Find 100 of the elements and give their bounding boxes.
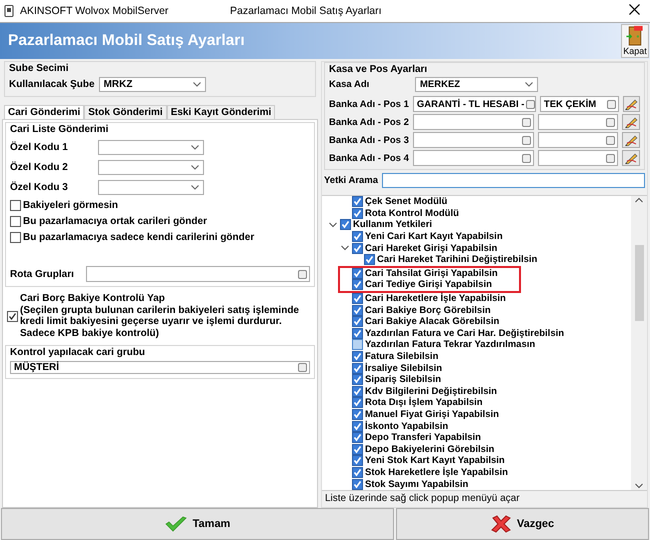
tree-item[interactable]: Cari Hareket Girişi Yapabilsin (365, 242, 498, 254)
lookup-field[interactable] (86, 266, 310, 282)
checkbox[interactable] (352, 351, 363, 362)
dropdown[interactable]: MRKZ (98, 77, 206, 92)
field-label: Özel Kodu 2 (10, 162, 69, 173)
caret-icon (191, 145, 199, 150)
checkbox[interactable] (352, 420, 363, 432)
dropdown[interactable]: MERKEZ (415, 77, 538, 92)
checkbox[interactable] (352, 316, 363, 328)
lookup-field[interactable] (413, 114, 534, 130)
checkbox[interactable] (352, 432, 363, 444)
tab[interactable]: Eski Kayıt Gönderimi (166, 105, 276, 119)
checkbox[interactable] (352, 304, 363, 316)
tree-item[interactable]: Cari Hareketlere İşle Yapabilsin (365, 293, 506, 304)
checkbox[interactable] (352, 208, 363, 219)
checkbox[interactable] (352, 328, 363, 339)
cancel-button[interactable]: Vazgec (396, 508, 649, 540)
lookup-field[interactable]: MÜŞTERİ (10, 361, 310, 374)
field-label: Özel Kodu 3 (10, 182, 69, 193)
checkbox[interactable] (352, 408, 363, 420)
ok-button[interactable]: Tamam (1, 508, 394, 540)
checkbox[interactable] (352, 196, 363, 208)
edit-button[interactable] (622, 114, 640, 130)
tree-item[interactable]: Yazdırılan Fatura Tekrar Yazdırılmasın (365, 339, 536, 350)
tree-item[interactable]: Cari Tahsilat Girişi Yapabilsin (365, 268, 498, 279)
checkbox[interactable] (352, 386, 363, 397)
field-label: Banka Adı - Pos 3 (329, 134, 410, 146)
caret-icon (525, 82, 533, 87)
door-icon (625, 25, 645, 46)
pencil-icon (624, 152, 638, 164)
lookup-field[interactable] (413, 150, 534, 166)
tree-item[interactable]: Çek Senet Modülü (365, 196, 448, 208)
checkbox[interactable] (10, 200, 21, 211)
lookup-field[interactable] (538, 114, 618, 130)
checkbox[interactable] (340, 219, 351, 230)
chevron-down-icon[interactable] (328, 220, 338, 230)
ellipsis-button[interactable] (298, 270, 307, 278)
caret-icon (191, 165, 199, 170)
tree-item[interactable]: Cari Tediye Girişi Yapabilsin (365, 279, 492, 290)
tree-item[interactable]: Cari Bakiye Alacak Görebilsin (365, 316, 500, 328)
tree-item[interactable]: Depo Bakiyelerini Görebilsin (365, 444, 494, 455)
close-button[interactable]: Kapat (621, 24, 649, 58)
tree-item[interactable]: İskonto Yapabilsin (365, 420, 448, 432)
checkbox[interactable] (352, 242, 363, 254)
group-title: Sube Secimi (9, 63, 70, 74)
checkbox[interactable] (7, 310, 18, 322)
tree-item[interactable]: Kullanım Yetkileri (353, 219, 432, 230)
checkbox[interactable] (352, 478, 363, 490)
close-icon (629, 4, 640, 15)
tree-item[interactable]: Depo Transferi Yapabilsin (365, 432, 481, 444)
tab[interactable]: Stok Gönderimi (84, 105, 167, 119)
tree-item[interactable]: Kdv Bilgilerini Değiştirebilsin (365, 386, 497, 397)
ellipsis-button[interactable] (298, 363, 307, 372)
tree-item[interactable]: Yeni Stok Kart Kayıt Yapabilsin (365, 455, 505, 466)
caret-icon (191, 185, 199, 190)
tree-item[interactable]: Stok Hareketlere İşle Yapabilsin (365, 466, 508, 478)
edit-button[interactable] (622, 150, 640, 166)
checkbox[interactable] (364, 254, 375, 266)
checkbox[interactable] (352, 455, 363, 466)
lookup-field[interactable]: GARANTİ - TL HESABI - (412, 96, 536, 112)
edit-button[interactable] (622, 132, 640, 148)
tree-item[interactable]: İrsaliye Silebilsin (365, 362, 442, 374)
checkbox[interactable] (352, 362, 363, 374)
checkbox[interactable] (352, 268, 363, 279)
checkbox[interactable] (352, 466, 363, 478)
checkbox[interactable] (352, 279, 363, 290)
check-icon (8, 312, 17, 320)
checkbox[interactable] (352, 293, 363, 304)
tab[interactable]: Cari Gönderimi (4, 105, 84, 119)
tree-item[interactable]: Yeni Cari Kart Kayıt Yapabilsin (365, 231, 503, 242)
lookup-field[interactable] (413, 132, 534, 148)
tree-item[interactable]: Sipariş Silebilsin (365, 374, 442, 386)
tree-item[interactable]: Manuel Fiyat Girişi Yapabilsin (365, 408, 499, 420)
tree-item[interactable]: Rota Kontrol Modülü (365, 208, 459, 219)
checkbox[interactable] (352, 444, 363, 455)
checkbox[interactable] (352, 339, 363, 350)
edit-button[interactable] (622, 96, 640, 112)
tree-item[interactable]: Yazdırılan Fatura ve Cari Har. Değiştirebilsin (365, 328, 564, 339)
checkbox[interactable] (10, 232, 21, 243)
lookup-field[interactable] (538, 132, 618, 148)
checkbox-label: Cari Borç Bakiye Kontrolü Yap (Seçilen grupta bulunan carilerin bakiyeleri satış işleminde kredi limit bakiyesini geçerse uyarır ve işlemi durdurur. Sadece KPB bakiye kontrolü) (20, 293, 300, 339)
field-label: Banka Adı - Pos 4 (329, 152, 410, 164)
tree-item[interactable]: Fatura Silebilsin (365, 351, 438, 362)
lookup-field[interactable] (538, 150, 618, 166)
lookup-field[interactable]: TEK ÇEKİM (540, 96, 619, 112)
checkbox[interactable] (352, 374, 363, 386)
caret-icon (192, 82, 201, 87)
checkbox[interactable] (352, 231, 363, 242)
tree-item[interactable]: Stok Sayımı Yapabilsin (365, 478, 468, 490)
scrollbar-thumb[interactable] (634, 245, 644, 321)
checkbox[interactable] (352, 397, 363, 408)
tree-item[interactable]: Rota Dışı İşlem Yapabilsin (365, 397, 483, 408)
checkbox[interactable] (10, 216, 21, 227)
tree-item[interactable]: Cari Hareket Tarihini Değiştirebilsin (377, 254, 538, 266)
window-caption: Pazarlamacı Mobil Satış Ayarları (230, 5, 383, 17)
checkmark-icon (164, 516, 187, 532)
search-field[interactable] (382, 173, 645, 188)
field-label: Rota Grupları (10, 268, 75, 280)
scrollbar[interactable] (631, 196, 647, 490)
tree-item[interactable]: Cari Bakiye Borç Görebilsin (365, 304, 491, 316)
